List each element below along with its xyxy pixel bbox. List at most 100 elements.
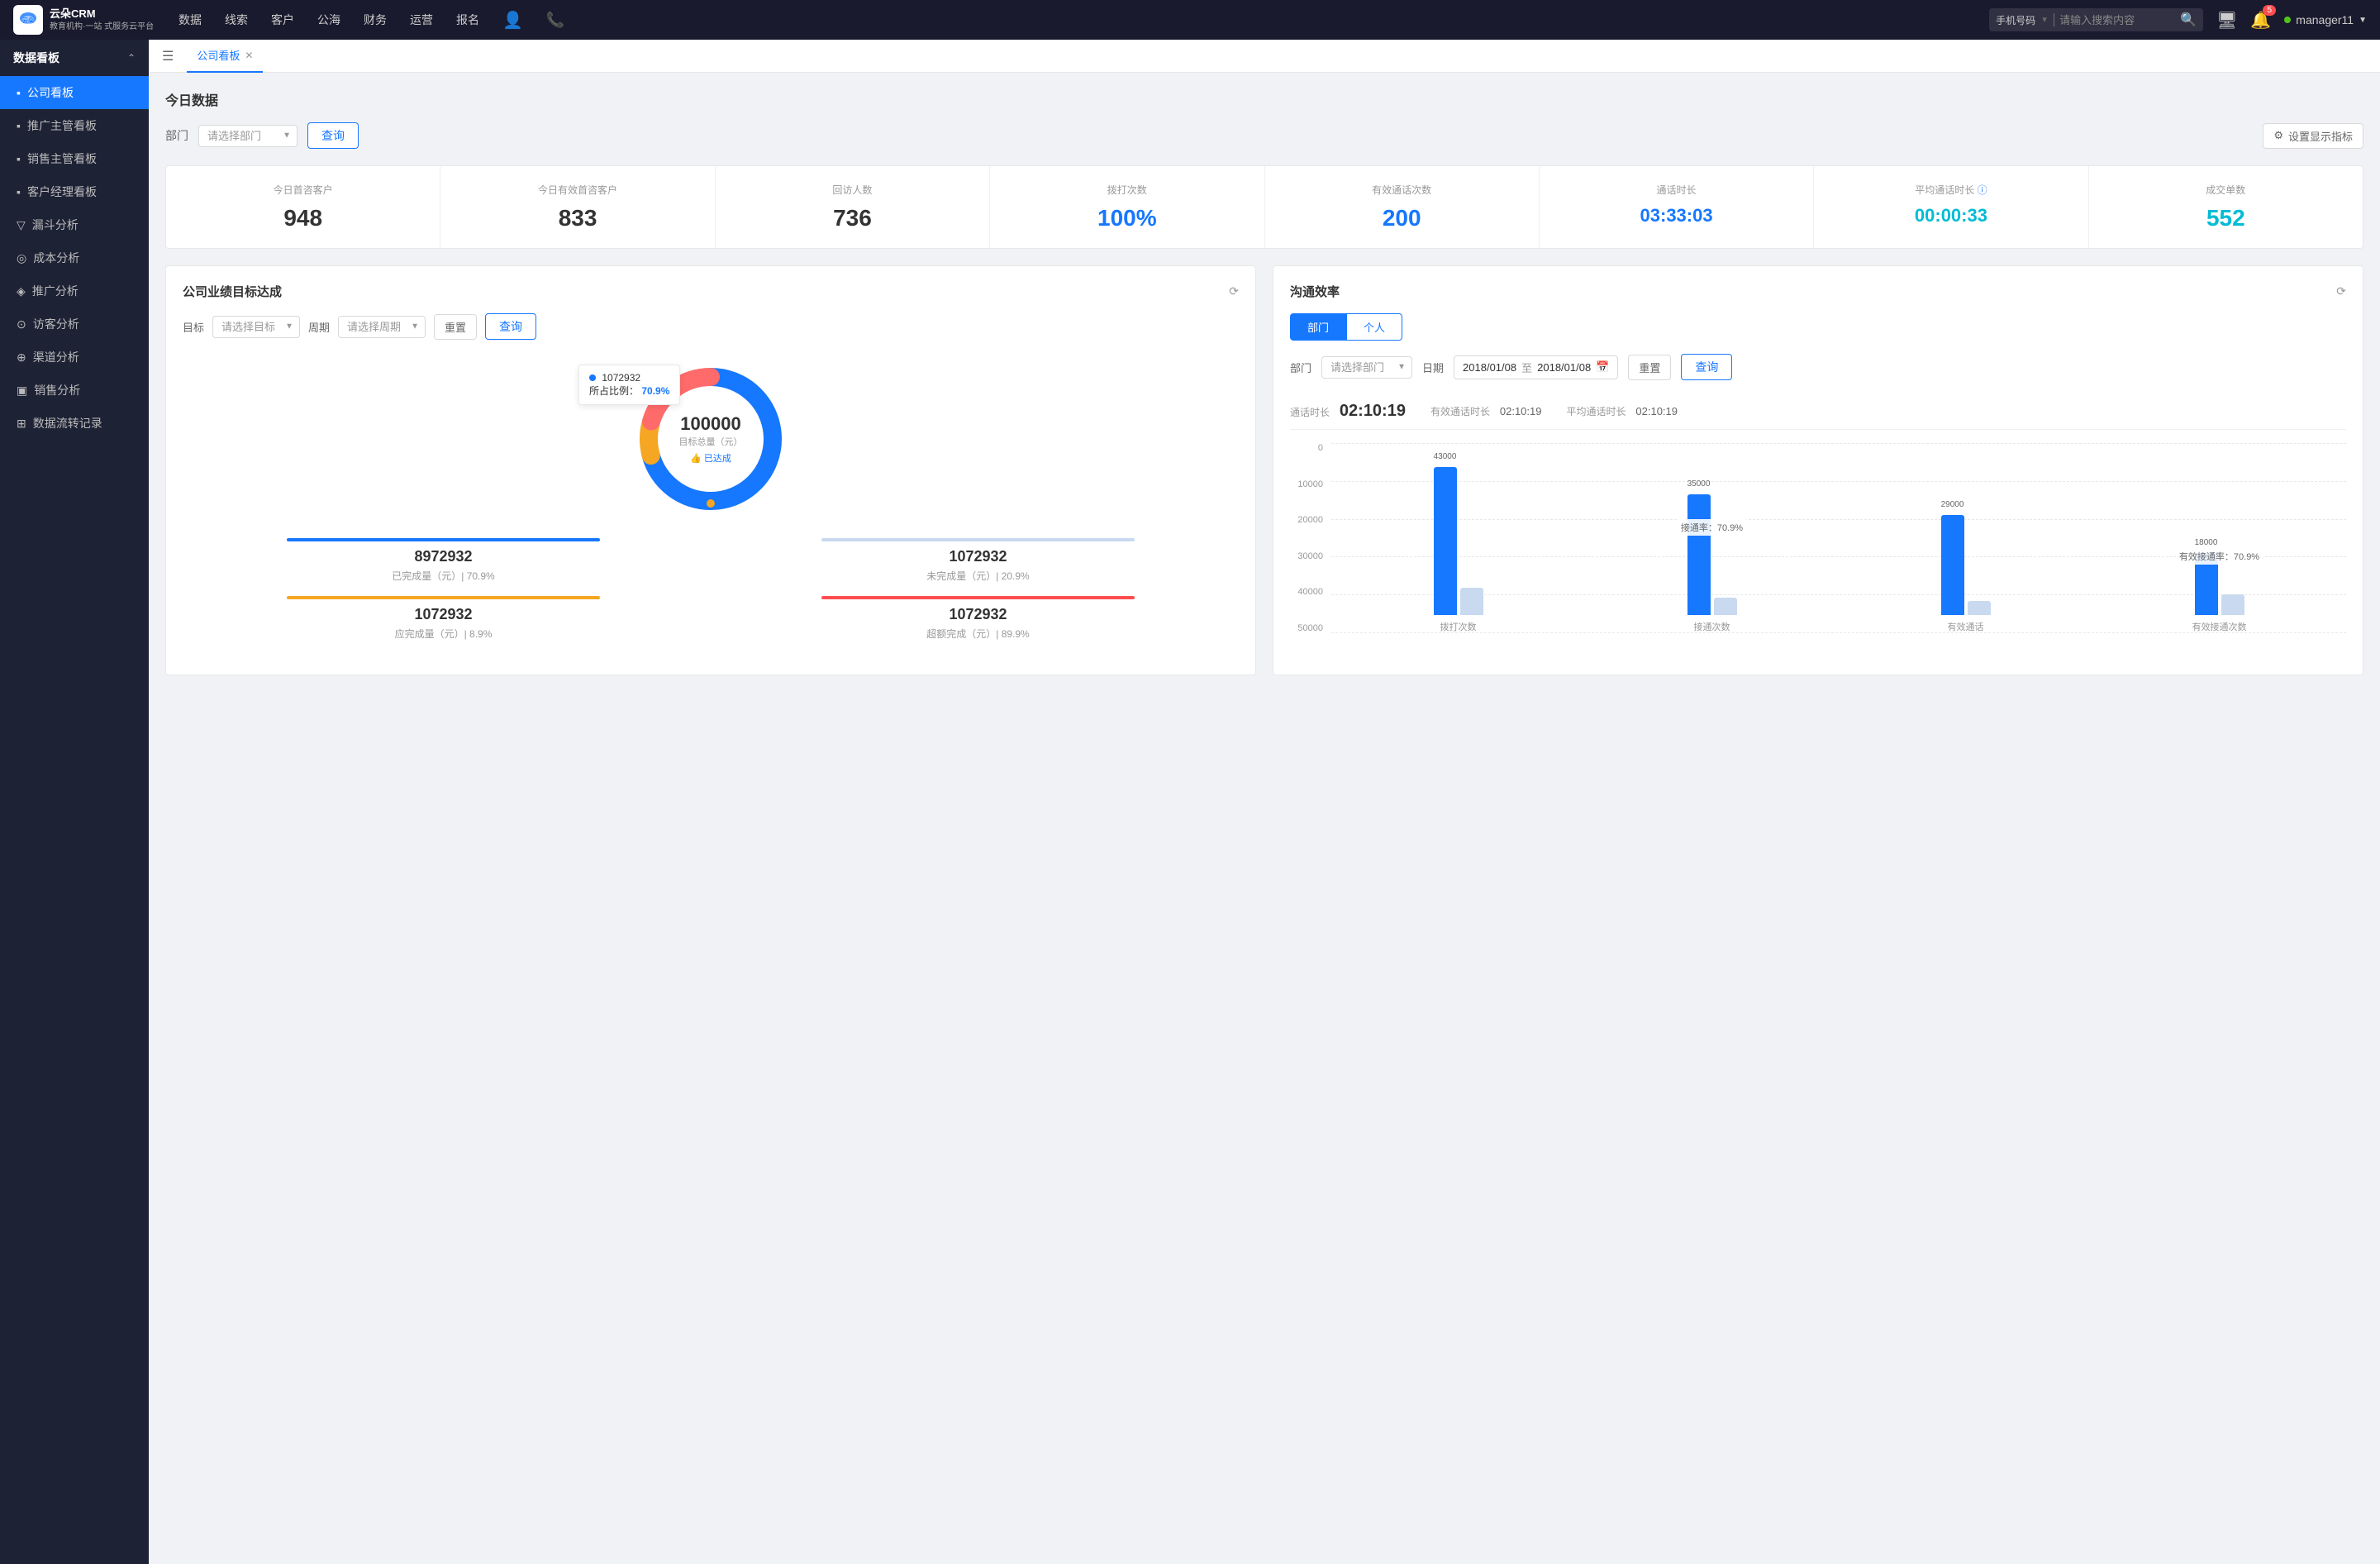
donut-badge: 👍 已达成 <box>679 451 743 465</box>
user-dropdown-icon[interactable]: ▼ <box>2359 16 2367 25</box>
content-area: 今日数据 部门 请选择部门 ▼ 查询 ⚙ 设置显示指标 <box>149 73 2380 1564</box>
sidebar-item-sales-analysis[interactable]: ▣ 销售分析 <box>0 374 149 407</box>
sidebar-item-data-flow[interactable]: ⊞ 数据流转记录 <box>0 407 149 440</box>
y-label: 40000 <box>1290 587 1323 597</box>
bar-chart: 50000 40000 30000 20000 10000 0 <box>1290 443 2346 658</box>
efficiency-filters: 部门 请选择部门 ▼ 日期 2018/01/08 至 2018/01/08 <box>1290 354 2346 380</box>
dept-select[interactable]: 请选择部门 <box>198 125 298 147</box>
sidebar-item-sales-board[interactable]: ▪ 销售主管看板 <box>0 142 149 175</box>
period-label: 周期 <box>308 319 330 335</box>
tab-dept-button[interactable]: 部门 <box>1290 313 1346 341</box>
tab-company-board[interactable]: 公司看板 ✕ <box>187 40 263 73</box>
period-select[interactable]: 请选择周期 <box>338 316 426 338</box>
main-content: ☰ 公司看板 ✕ 今日数据 部门 请选择部门 ▼ 查询 <box>149 40 2380 1564</box>
efficiency-dept-select[interactable]: 请选择部门 <box>1321 356 1412 379</box>
search-box[interactable]: 手机号码 ▼ 🔍 <box>1989 8 2203 31</box>
overachieve-label: 超额完成（元）| 89.9% <box>717 627 1239 641</box>
completed-value: 8972932 <box>183 548 704 565</box>
sidebar-item-company-board[interactable]: ▪ 公司看板 <box>0 76 149 109</box>
goal-refresh-icon[interactable]: ⟳ <box>1229 284 1239 298</box>
tab-menu-icon[interactable]: ☰ <box>162 48 174 64</box>
date-range[interactable]: 2018/01/08 至 2018/01/08 📅 <box>1454 355 1618 379</box>
nav-customers[interactable]: 客户 <box>271 12 294 28</box>
sidebar-item-account-board[interactable]: ▪ 客户经理看板 <box>0 175 149 208</box>
calendar-icon[interactable]: 📅 <box>1596 360 1609 374</box>
date-separator: 至 <box>1521 360 1532 375</box>
sidebar-collapse-icon[interactable]: ⌃ <box>127 52 136 64</box>
sidebar-item-label: 漏斗分析 <box>32 217 79 233</box>
tab-personal-button[interactable]: 个人 <box>1346 313 1402 341</box>
tab-close-icon[interactable]: ✕ <box>245 50 253 61</box>
efficiency-refresh-icon[interactable]: ⟳ <box>2336 284 2346 298</box>
notification-bell[interactable]: 🔔 5 <box>2250 10 2271 31</box>
bar-dial-main: 43000 <box>1434 467 1457 615</box>
goal-select[interactable]: 请选择目标 <box>212 316 300 338</box>
call-duration-stat: 通话时长 02:10:19 <box>1290 402 1406 421</box>
nav-finance[interactable]: 财务 <box>364 12 387 28</box>
bar-group-connect: 35000 接通率：70.9% 接通次数 <box>1585 443 1839 633</box>
nav-operations[interactable]: 运营 <box>410 12 433 28</box>
goal-reset-button[interactable]: 重置 <box>434 314 477 340</box>
nav-right: 手机号码 ▼ 🔍 🖥 🔔 5 manager11 ▼ <box>1989 8 2367 31</box>
sidebar-item-label: 渠道分析 <box>33 349 79 365</box>
sidebar-item-visitor[interactable]: ⊙ 访客分析 <box>0 308 149 341</box>
avg-duration-value: 02:10:19 <box>1635 405 1678 417</box>
goal-metrics-grid: 8972932 已完成量（元）| 70.9% 1072932 未完成量（元）| … <box>183 538 1239 641</box>
goal-query-button[interactable]: 查询 <box>485 313 536 340</box>
efficiency-tab-buttons: 部门 个人 <box>1290 313 2346 341</box>
person-icon[interactable]: 👤 <box>502 10 523 31</box>
bar-effective-main: 29000 <box>1941 515 1964 615</box>
efficiency-panel-title: 沟通效率 <box>1290 283 1340 300</box>
metric-label: 今日首咨客户 <box>179 183 426 197</box>
tooltip-dot <box>589 374 596 381</box>
donut-chart-area: 1072932 所占比例： 70.9% <box>183 356 1239 522</box>
sidebar-item-cost[interactable]: ◎ 成本分析 <box>0 241 149 274</box>
funnel-icon: ▽ <box>17 218 26 232</box>
nav-links: 数据 线索 客户 公海 财务 运营 报名 👤 📞 <box>162 10 1989 31</box>
efficiency-panel-header: 沟通效率 ⟳ <box>1290 283 2346 300</box>
metric-deals: 成交单数 552 <box>2089 166 2363 248</box>
sidebar-item-promotion-board[interactable]: ▪ 推广主管看板 <box>0 109 149 142</box>
sidebar-section-header[interactable]: 数据看板 ⌃ <box>0 40 149 76</box>
date-to: 2018/01/08 <box>1537 361 1591 374</box>
nav-data[interactable]: 数据 <box>178 12 202 28</box>
completed-bar <box>287 538 600 541</box>
search-icon[interactable]: 🔍 <box>2180 12 2197 28</box>
settings-display-button[interactable]: ⚙ 设置显示指标 <box>2263 123 2363 149</box>
eff-connect-rate-annotation: 有效接通率：70.9% <box>2176 548 2263 565</box>
bar-connect-light <box>1714 598 1737 615</box>
metric-value: 833 <box>454 205 701 231</box>
username: manager11 <box>2296 13 2354 26</box>
sidebar-item-channel[interactable]: ⊕ 渠道分析 <box>0 341 149 374</box>
monitor-icon[interactable]: 🖥 <box>2216 10 2237 31</box>
sales-board-icon: ▪ <box>17 152 21 165</box>
goal-label: 目标 <box>183 319 204 335</box>
metric-label: 成交单数 <box>2102 183 2349 197</box>
should-complete-label: 应完成量（元）| 8.9% <box>183 627 704 641</box>
effective-duration-label: 有效通话时长 <box>1430 406 1490 417</box>
efficiency-reset-button[interactable]: 重置 <box>1628 355 1671 380</box>
search-input[interactable] <box>2059 14 2175 26</box>
sidebar-item-label: 销售分析 <box>34 382 80 398</box>
call-duration-value: 02:10:19 <box>1340 402 1406 420</box>
donut-tooltip: 1072932 所占比例： 70.9% <box>578 365 680 405</box>
sidebar-item-label: 数据流转记录 <box>33 415 102 432</box>
bar-dial-light <box>1460 588 1483 615</box>
sidebar-item-promotion-analysis[interactable]: ◈ 推广分析 <box>0 274 149 308</box>
sidebar-item-funnel[interactable]: ▽ 漏斗分析 <box>0 208 149 241</box>
today-section: 今日数据 部门 请选择部门 ▼ 查询 ⚙ 设置显示指标 <box>165 89 2363 249</box>
today-query-button[interactable]: 查询 <box>307 122 359 149</box>
nav-ocean[interactable]: 公海 <box>317 12 340 28</box>
tooltip-value: 1072932 <box>602 372 640 384</box>
avg-duration-info-icon[interactable]: ⓘ <box>1978 184 1987 196</box>
user-info[interactable]: manager11 ▼ <box>2284 13 2367 26</box>
efficiency-query-button[interactable]: 查询 <box>1681 354 1732 380</box>
bar-x-label: 有效通话 <box>1948 620 1984 633</box>
search-dropdown-icon[interactable]: ▼ <box>2040 16 2049 25</box>
nav-leads[interactable]: 线索 <box>225 12 248 28</box>
metric-label: 有效通话次数 <box>1278 183 1526 197</box>
layout: 数据看板 ⌃ ▪ 公司看板 ▪ 推广主管看板 ▪ 销售主管看板 ▪ 客户经理看板… <box>0 40 2380 1564</box>
phone-icon[interactable]: 📞 <box>546 12 564 29</box>
nav-register[interactable]: 报名 <box>456 12 479 28</box>
completed-label: 已完成量（元）| 70.9% <box>183 569 704 583</box>
